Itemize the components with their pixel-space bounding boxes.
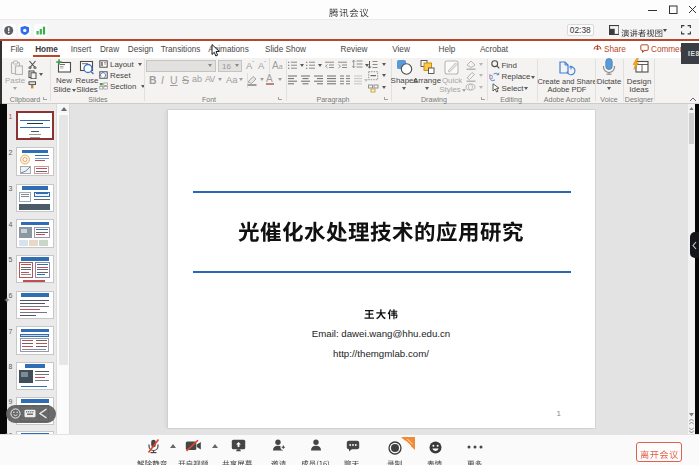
svg-text:b: b (489, 73, 493, 80)
